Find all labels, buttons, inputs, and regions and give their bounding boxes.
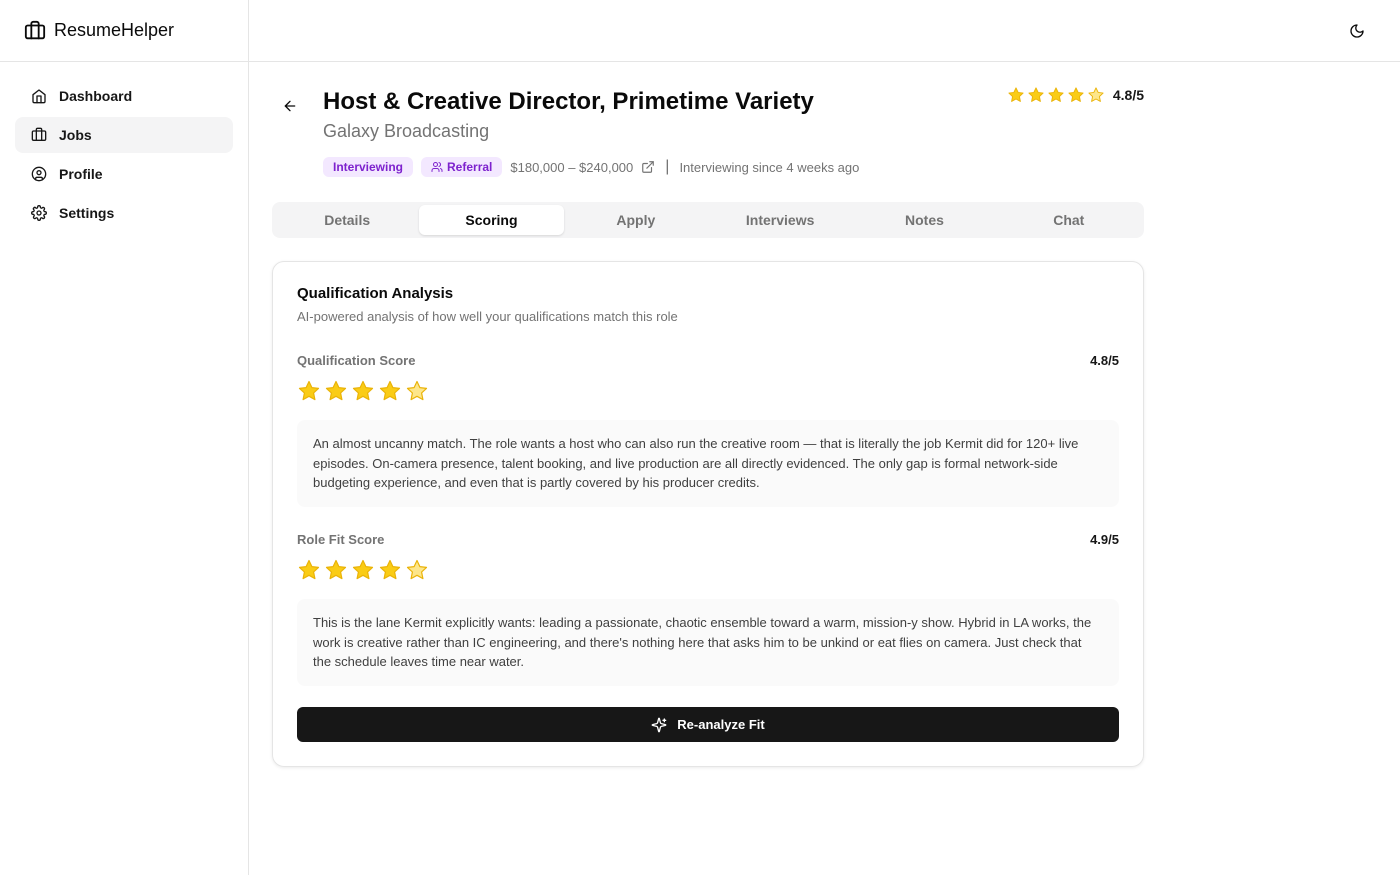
home-icon	[32, 89, 46, 104]
arrow-left-icon	[284, 100, 296, 112]
briefcase-icon	[31, 127, 47, 141]
star-partial-icon	[1088, 87, 1104, 102]
star-filled-icon	[1048, 87, 1064, 102]
status-badge: Interviewing	[323, 157, 414, 177]
main-content: Host & Creative Director, Primetime Vari…	[272, 62, 1144, 767]
sidebar-item-dashboard[interactable]: Dashboard	[15, 78, 233, 114]
sidebar-item-profile[interactable]: Profile	[15, 156, 233, 192]
star-filled-icon	[379, 559, 401, 580]
theme-toggle-button[interactable]	[1346, 20, 1368, 42]
star-filled-icon	[1028, 87, 1044, 102]
tab-details[interactable]: Details	[275, 205, 419, 235]
sidebar-item-settings[interactable]: Settings	[15, 195, 233, 231]
tab-notes[interactable]: Notes	[852, 205, 996, 235]
company-name: Galaxy Broadcasting	[323, 121, 490, 141]
sidebar-item-label: Profile	[59, 166, 103, 182]
star-filled-icon	[1068, 87, 1084, 102]
job-rating: 4.8/5	[1007, 86, 1144, 104]
reanalyze-label: Re-analyze Fit	[677, 717, 765, 732]
app-name: ResumeHelper	[54, 20, 175, 40]
referral-badge: Referral	[421, 157, 503, 177]
role-fit-stars	[297, 558, 1119, 582]
role-fit-score-value: 4.9/5	[1090, 531, 1119, 547]
star-filled-icon	[379, 380, 401, 401]
moon-icon	[1350, 24, 1364, 38]
sidebar-item-jobs[interactable]: Jobs	[15, 117, 233, 153]
star-partial-icon	[406, 559, 428, 580]
job-tabs: Details Scoring Apply Interviews Notes C…	[272, 202, 1144, 238]
tab-apply[interactable]: Apply	[564, 205, 708, 235]
job-header: Host & Creative Director, Primetime Vari…	[272, 62, 1144, 202]
star-partial-icon	[406, 380, 428, 401]
star-filled-icon	[352, 380, 374, 401]
brand[interactable]: ResumeHelper	[0, 0, 248, 62]
briefcase-icon	[24, 20, 46, 39]
referral-badge-label: Referral	[447, 160, 493, 174]
back-button[interactable]	[280, 96, 300, 116]
card-subtitle: AI-powered analysis of how well your qua…	[297, 309, 678, 324]
qualification-analysis-card: Qualification Analysis AI-powered analys…	[272, 261, 1144, 767]
sidebar: ResumeHelper Dashboard Jobs Profile Sett…	[0, 0, 249, 875]
interview-since: Interviewing since 4 weeks ago	[679, 159, 860, 175]
star-filled-icon	[298, 380, 320, 401]
qualification-score-value: 4.8/5	[1090, 352, 1119, 368]
qualification-score-section: Qualification Score 4.8/5 An almost unca…	[297, 351, 1119, 507]
qualification-explanation: An almost uncanny match. The role wants …	[297, 420, 1119, 507]
status-badge-label: Interviewing	[333, 160, 404, 174]
role-fit-explanation: This is the lane Kermit explicitly wants…	[297, 599, 1119, 686]
sidebar-item-label: Jobs	[59, 127, 92, 143]
sidebar-nav: Dashboard Jobs Profile Settings	[0, 62, 248, 247]
star-filled-icon	[352, 559, 374, 580]
tab-chat[interactable]: Chat	[997, 205, 1141, 235]
user-circle-icon	[31, 166, 47, 182]
card-title: Qualification Analysis	[297, 285, 454, 302]
gear-icon	[31, 205, 47, 221]
job-meta: Interviewing Referral $180,000 – $240,00…	[323, 157, 859, 177]
salary-range: $180,000 – $240,000	[510, 159, 634, 175]
external-link-icon[interactable]	[641, 160, 655, 174]
qualification-score-label: Qualification Score	[297, 352, 416, 368]
meta-divider: |	[665, 158, 670, 175]
sidebar-item-label: Dashboard	[59, 88, 133, 104]
job-title: Host & Creative Director, Primetime Vari…	[323, 88, 814, 115]
tab-interviews[interactable]: Interviews	[708, 205, 852, 235]
qualification-stars	[297, 379, 1119, 403]
reanalyze-fit-button[interactable]: Re-analyze Fit	[297, 707, 1119, 742]
top-bar	[249, 0, 1400, 62]
rating-value: 4.8/5	[1112, 87, 1144, 103]
star-filled-icon	[325, 559, 347, 580]
star-filled-icon	[1008, 87, 1024, 102]
sparkles-icon	[651, 717, 667, 732]
users-icon	[431, 162, 443, 172]
role-fit-score-section: Role Fit Score 4.9/5 This is the lane Ke…	[297, 530, 1119, 686]
tab-scoring[interactable]: Scoring	[419, 205, 564, 235]
star-filled-icon	[298, 559, 320, 580]
star-filled-icon	[325, 380, 347, 401]
rating-stars	[1007, 86, 1105, 104]
sidebar-item-label: Settings	[59, 205, 115, 221]
role-fit-score-label: Role Fit Score	[297, 531, 385, 547]
